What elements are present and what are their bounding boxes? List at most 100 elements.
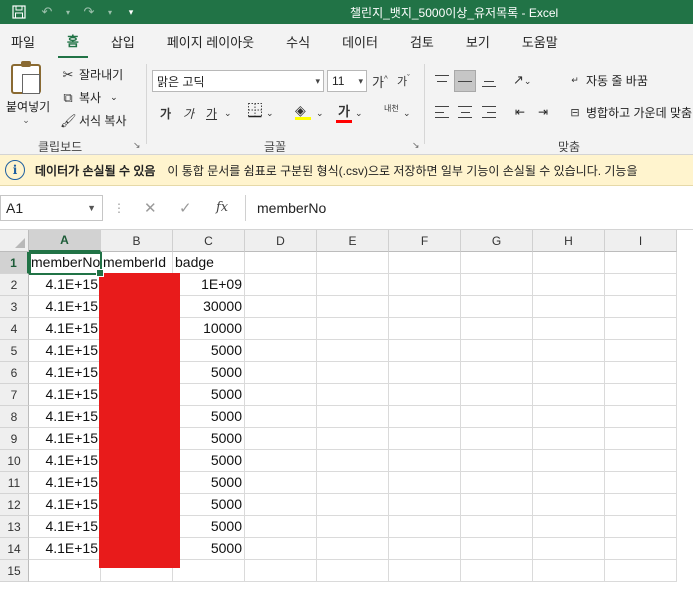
- cell-c12[interactable]: 5000: [173, 494, 245, 516]
- cell-a1[interactable]: memberNo: [29, 252, 101, 274]
- tab-review[interactable]: 검토: [401, 24, 443, 58]
- cell-a12[interactable]: 4.1E+15: [29, 494, 101, 516]
- cell-h5[interactable]: [533, 340, 605, 362]
- row-header-15[interactable]: 15: [0, 560, 29, 582]
- cell-h14[interactable]: [533, 538, 605, 560]
- increase-indent-button[interactable]: ⇥: [532, 101, 554, 123]
- cell-d5[interactable]: [245, 340, 317, 362]
- cell-e14[interactable]: [317, 538, 389, 560]
- cell-e4[interactable]: [317, 318, 389, 340]
- cell-e5[interactable]: [317, 340, 389, 362]
- enter-icon[interactable]: ✓: [179, 199, 192, 217]
- column-header-f[interactable]: F: [389, 230, 461, 252]
- cell-f7[interactable]: [389, 384, 461, 406]
- align-right-button[interactable]: [478, 101, 500, 123]
- paste-button[interactable]: 붙여넣기 ⌄: [6, 61, 50, 126]
- cell-d11[interactable]: [245, 472, 317, 494]
- cell-g11[interactable]: [461, 472, 533, 494]
- italic-button[interactable]: 가: [183, 105, 194, 122]
- format-painter-button[interactable]: 🖌 서식 복사: [60, 112, 127, 129]
- cell-g4[interactable]: [461, 318, 533, 340]
- row-header-3[interactable]: 3: [0, 296, 29, 318]
- chevron-down-icon[interactable]: ⌄: [224, 108, 232, 119]
- cell-a13[interactable]: 4.1E+15: [29, 516, 101, 538]
- cell-c15[interactable]: [173, 560, 245, 582]
- cell-i13[interactable]: [605, 516, 677, 538]
- cell-a14[interactable]: 4.1E+15: [29, 538, 101, 560]
- cell-h6[interactable]: [533, 362, 605, 384]
- cell-f6[interactable]: [389, 362, 461, 384]
- row-header-5[interactable]: 5: [0, 340, 29, 362]
- dialog-launcher-icon[interactable]: ↘: [412, 140, 420, 151]
- cell-d4[interactable]: [245, 318, 317, 340]
- cell-a10[interactable]: 4.1E+15: [29, 450, 101, 472]
- tab-home[interactable]: 홈: [57, 24, 88, 58]
- cell-h1[interactable]: [533, 252, 605, 274]
- formula-input[interactable]: memberNo: [245, 195, 693, 221]
- cell-e13[interactable]: [317, 516, 389, 538]
- cell-d12[interactable]: [245, 494, 317, 516]
- cell-c8[interactable]: 5000: [173, 406, 245, 428]
- spreadsheet-grid[interactable]: A B C D E F G H I 1 memberNo memberId badge 2 4.1E+15 1…: [0, 230, 693, 590]
- cell-c7[interactable]: 5000: [173, 384, 245, 406]
- cell-b1[interactable]: memberId: [101, 252, 173, 274]
- cell-f12[interactable]: [389, 494, 461, 516]
- tab-data[interactable]: 데이터: [333, 24, 387, 58]
- cell-h12[interactable]: [533, 494, 605, 516]
- chevron-down-icon[interactable]: ⌄: [403, 108, 411, 119]
- fill-color-button[interactable]: ◈: [295, 102, 313, 120]
- cell-d9[interactable]: [245, 428, 317, 450]
- cut-button[interactable]: ✂ 잘라내기: [60, 66, 124, 83]
- cell-e6[interactable]: [317, 362, 389, 384]
- row-header-10[interactable]: 10: [0, 450, 29, 472]
- column-header-i[interactable]: I: [605, 230, 677, 252]
- increase-font-size-button[interactable]: 가^: [372, 72, 388, 91]
- cell-c11[interactable]: 5000: [173, 472, 245, 494]
- cell-h11[interactable]: [533, 472, 605, 494]
- cell-a5[interactable]: 4.1E+15: [29, 340, 101, 362]
- cell-a3[interactable]: 4.1E+15: [29, 296, 101, 318]
- cell-i14[interactable]: [605, 538, 677, 560]
- cell-i7[interactable]: [605, 384, 677, 406]
- cell-e8[interactable]: [317, 406, 389, 428]
- font-name-select[interactable]: 맑은 고딕 ▾: [152, 70, 324, 92]
- save-icon[interactable]: [8, 2, 30, 22]
- tab-file[interactable]: 파일: [2, 24, 44, 58]
- chevron-down-icon[interactable]: ⌄: [110, 92, 118, 103]
- select-all-button[interactable]: [0, 230, 29, 252]
- cell-g1[interactable]: [461, 252, 533, 274]
- cell-f15[interactable]: [389, 560, 461, 582]
- cell-i4[interactable]: [605, 318, 677, 340]
- column-header-a[interactable]: A: [29, 230, 101, 252]
- cell-c2[interactable]: 1E+09: [173, 274, 245, 296]
- cell-g5[interactable]: [461, 340, 533, 362]
- resize-handle-icon[interactable]: ⋮: [113, 201, 125, 215]
- font-size-select[interactable]: 11 ▾: [327, 70, 367, 92]
- undo-dropdown-icon[interactable]: ▾: [64, 2, 72, 22]
- cell-h13[interactable]: [533, 516, 605, 538]
- cell-c10[interactable]: 5000: [173, 450, 245, 472]
- cell-f10[interactable]: [389, 450, 461, 472]
- customize-toolbar-icon[interactable]: ▾: [120, 2, 142, 22]
- tab-insert[interactable]: 삽입: [102, 24, 144, 58]
- cell-e2[interactable]: [317, 274, 389, 296]
- cell-a4[interactable]: 4.1E+15: [29, 318, 101, 340]
- name-box[interactable]: A1 ▼: [0, 195, 103, 221]
- cell-d7[interactable]: [245, 384, 317, 406]
- align-bottom-button[interactable]: [478, 70, 500, 92]
- cell-e11[interactable]: [317, 472, 389, 494]
- cell-c5[interactable]: 5000: [173, 340, 245, 362]
- undo-icon[interactable]: ↶: [36, 2, 58, 22]
- cell-g7[interactable]: [461, 384, 533, 406]
- row-header-11[interactable]: 11: [0, 472, 29, 494]
- chevron-down-icon[interactable]: ⌄: [266, 108, 274, 119]
- cell-h8[interactable]: [533, 406, 605, 428]
- cell-d2[interactable]: [245, 274, 317, 296]
- cancel-icon[interactable]: ✕: [144, 199, 157, 217]
- cell-h10[interactable]: [533, 450, 605, 472]
- cell-g9[interactable]: [461, 428, 533, 450]
- tab-view[interactable]: 보기: [457, 24, 499, 58]
- cell-e15[interactable]: [317, 560, 389, 582]
- cell-f14[interactable]: [389, 538, 461, 560]
- cell-c13[interactable]: 5000: [173, 516, 245, 538]
